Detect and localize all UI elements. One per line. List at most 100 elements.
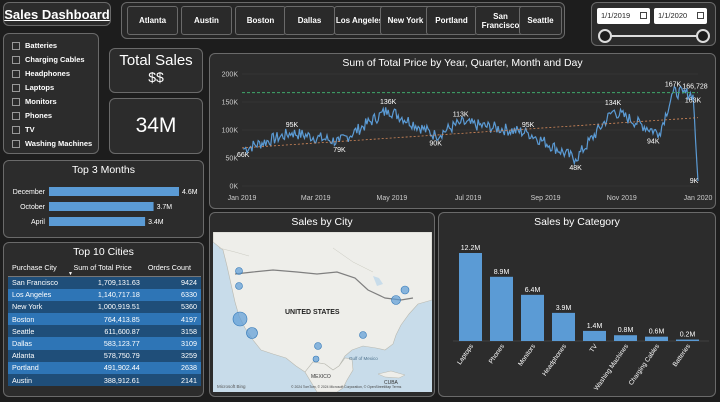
sales-map[interactable]: UNITED STATES MEXICO CUBA Gulf of Mexico… — [213, 232, 432, 392]
table-row[interactable]: Dallas 583,123.77 3109 — [8, 337, 201, 350]
filter-label: Headphones — [25, 69, 71, 78]
category-bar[interactable] — [583, 330, 606, 341]
cell-city: Los Angeles — [8, 288, 70, 301]
month-value-label: 3.7M — [157, 204, 173, 211]
table-row[interactable]: Atlanta 578,750.79 3259 — [8, 349, 201, 362]
map-bubble-austin[interactable] — [312, 355, 320, 363]
col-header-city[interactable]: Purchase City — [8, 261, 70, 277]
map-bubble-san-francisco[interactable] — [232, 311, 248, 327]
date-range-slicer: 1/1/2019 1/1/2020 — [591, 2, 716, 46]
cell-orders: 2141 — [143, 374, 201, 387]
kpi-title: Total Sales — [119, 52, 193, 69]
filter-item-batteries[interactable]: Batteries — [12, 41, 57, 50]
y-tick-label: 200K — [222, 72, 239, 79]
table-header-row: Purchase City Sum of Total Price Orders … — [8, 261, 201, 277]
map-bubble-seattle[interactable] — [235, 267, 243, 275]
city-button-austin[interactable]: Austin — [181, 6, 232, 35]
checkbox[interactable] — [12, 69, 20, 78]
map-bubble-dallas[interactable] — [314, 342, 322, 350]
category-bar[interactable] — [521, 294, 544, 341]
category-bar[interactable] — [614, 335, 637, 341]
table-row[interactable]: San Francisco 1,709,131.63 9424 — [8, 276, 201, 289]
filter-item-washing-machines[interactable]: Washing Machines — [12, 139, 92, 148]
cell-orders: 5360 — [143, 300, 201, 314]
city-button-atlanta[interactable]: Atlanta — [127, 6, 178, 35]
month-bar[interactable] — [49, 217, 146, 226]
data-annotation: 166,728 — [682, 84, 707, 91]
filter-item-laptops[interactable]: Laptops — [12, 83, 54, 92]
map-bubble-portland[interactable] — [235, 282, 243, 290]
map-title: Sales by City — [291, 216, 353, 228]
checkbox[interactable] — [12, 111, 20, 120]
filter-label: TV — [25, 125, 35, 134]
cell-city: Austin — [8, 374, 70, 387]
x-tick-label: Nov 2019 — [607, 195, 637, 202]
city-button-new-york[interactable]: New York — [380, 6, 431, 35]
city-button-los-angeles[interactable]: Los Angeles — [334, 6, 385, 35]
end-date-input[interactable]: 1/1/2020 — [654, 8, 707, 24]
cell-orders: 3158 — [143, 325, 201, 338]
filter-item-charging-cables[interactable]: Charging Cables — [12, 55, 85, 64]
category-bar[interactable] — [552, 312, 575, 341]
daily-sales-line-chart-panel: Sum of Total Price by Year, Quarter, Mon… — [209, 53, 716, 209]
month-bar[interactable] — [49, 187, 179, 196]
filter-item-monitors[interactable]: Monitors — [12, 97, 57, 106]
category-value-label: 0.8M — [618, 327, 634, 334]
sort-descending-icon[interactable]: ▼ — [68, 271, 73, 277]
cell-city: San Francisco — [8, 276, 70, 289]
start-date-input[interactable]: 1/1/2019 — [597, 8, 650, 24]
month-label: October — [20, 204, 46, 211]
category-bar[interactable] — [459, 253, 482, 341]
cell-city: Dallas — [8, 337, 70, 350]
sales-by-category-panel: Sales by Category 12.2M Laptops 8.9M Phones… — [438, 212, 716, 397]
y-tick-label: 150K — [222, 100, 239, 107]
checkbox[interactable] — [12, 55, 20, 64]
category-value-label: 3.9M — [556, 305, 572, 312]
top-months-title: Top 3 Months — [71, 164, 136, 176]
category-bar[interactable] — [490, 276, 513, 341]
date-slider-start-handle[interactable] — [598, 29, 612, 43]
data-annotation: 48K — [569, 165, 582, 172]
cell-total-price: 764,413.85 — [69, 313, 144, 326]
daily-sales-line[interactable] — [243, 85, 699, 182]
city-button-boston[interactable]: Boston — [235, 6, 286, 35]
filter-item-headphones[interactable]: Headphones — [12, 69, 70, 78]
city-button-seattle[interactable]: Seattle — [519, 6, 562, 35]
month-bar[interactable] — [49, 202, 154, 211]
calendar-icon[interactable] — [640, 12, 647, 19]
map-bubble-los-angeles[interactable] — [246, 327, 258, 339]
top-months-chart: December 4.6M October 3.7M April 3.4M — [13, 187, 198, 226]
table-row[interactable]: Austin 388,912.61 2141 — [8, 374, 201, 387]
calendar-icon[interactable] — [697, 12, 704, 19]
checkbox[interactable] — [12, 139, 20, 148]
date-slider-end-handle[interactable] — [696, 29, 710, 43]
map-bubble-new-york[interactable] — [391, 295, 401, 305]
city-button-portland[interactable]: Portland — [426, 6, 477, 35]
city-button-dallas[interactable]: Dallas — [284, 6, 335, 35]
date-slider-track[interactable] — [605, 35, 704, 37]
cell-orders: 4197 — [143, 313, 201, 326]
table-row[interactable]: Los Angeles 1,140,717.18 6330 — [8, 288, 201, 301]
category-bar[interactable] — [676, 339, 699, 341]
checkbox[interactable] — [12, 83, 20, 92]
data-annotation: 79K — [333, 147, 346, 154]
table-row[interactable]: New York 1,000,919.51 5360 — [8, 300, 201, 314]
cell-city: Seattle — [8, 325, 70, 338]
table-row[interactable]: Seattle 611,600.87 3158 — [8, 325, 201, 338]
checkbox[interactable] — [12, 41, 20, 50]
filter-item-phones[interactable]: Phones — [12, 111, 52, 120]
checkbox[interactable] — [12, 125, 20, 134]
checkbox[interactable] — [12, 97, 20, 106]
kpi-subtitle: $$ — [148, 69, 164, 85]
map-bubble-boston[interactable] — [400, 285, 410, 295]
col-header-orders[interactable]: Orders Count — [143, 261, 201, 277]
table-row[interactable]: Boston 764,413.85 4197 — [8, 313, 201, 326]
filter-item-tv[interactable]: TV — [12, 125, 35, 134]
table-row[interactable]: Portland 491,902.44 2638 — [8, 361, 201, 374]
x-tick-label: Jul 2019 — [455, 195, 482, 202]
col-header-total-price[interactable]: Sum of Total Price — [69, 261, 144, 277]
data-annotation: 113K — [453, 112, 469, 119]
y-tick-label: 100K — [222, 128, 239, 135]
map-bubble-atlanta[interactable] — [359, 331, 367, 339]
category-bar[interactable] — [645, 336, 668, 341]
